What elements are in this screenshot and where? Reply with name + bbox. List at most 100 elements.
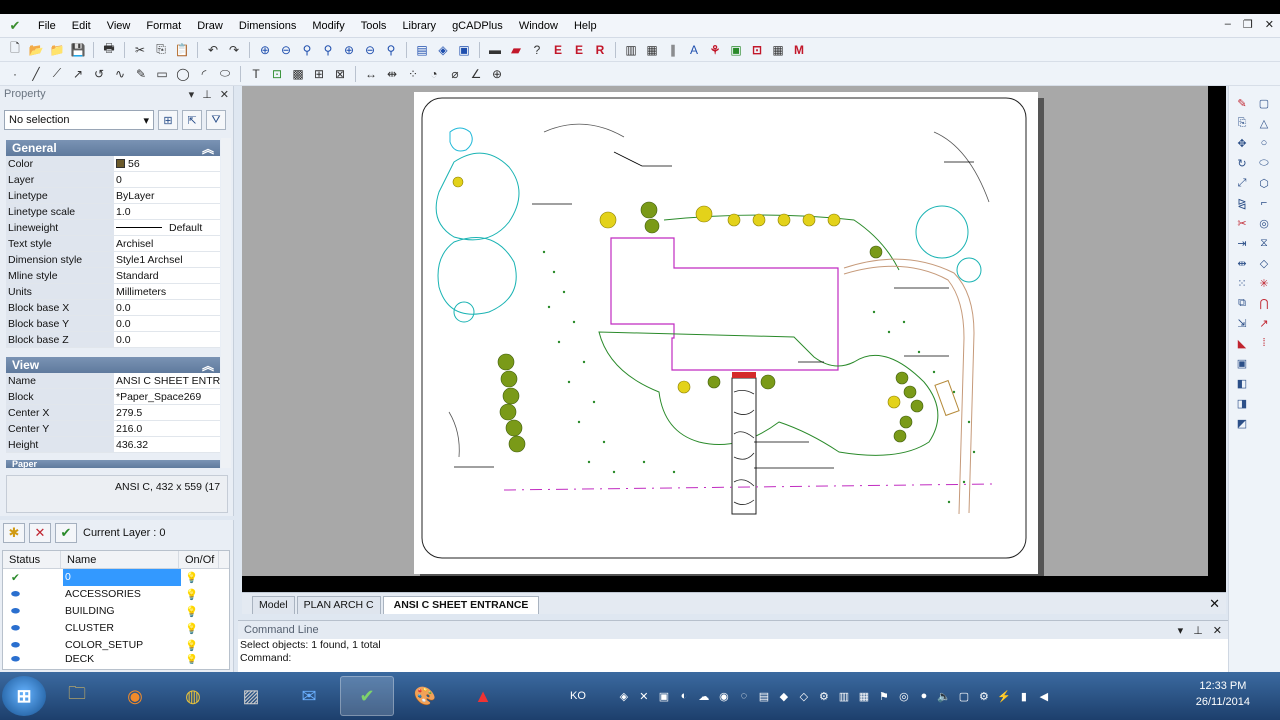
bring-front-icon[interactable]: ◧ [1233, 374, 1251, 392]
draw-order-icon[interactable]: ◩ [1233, 414, 1251, 432]
property-scrollbar[interactable] [221, 138, 231, 468]
ellipse-icon[interactable]: ⬭ [216, 65, 234, 83]
collapse-icon[interactable]: ︽ [202, 357, 214, 374]
rectangle-icon[interactable]: ▭ [153, 65, 171, 83]
panel-menu-icon[interactable]: ▾ [189, 88, 195, 101]
system-clock[interactable]: 12:33 PM 26/11/2014 [1196, 678, 1250, 710]
prop-row-center-y[interactable]: Center Y 216.0 [6, 421, 220, 437]
menu-gcadplus[interactable]: gCADPlus [444, 20, 511, 32]
general-section-header[interactable]: General ︽ [6, 140, 220, 156]
speaker-icon[interactable]: 🔈 [936, 688, 952, 704]
chamfer-icon[interactable]: ◣ [1233, 334, 1251, 352]
selection-dropdown[interactable]: No selection ▾ [4, 110, 154, 130]
prop-row-linetype[interactable]: Linetype ByLayer [6, 188, 220, 204]
array-icon[interactable]: ⁙ [1233, 274, 1251, 292]
layer-row[interactable]: ⬬ ACCESSORIES 💡 [3, 586, 229, 603]
region-icon[interactable]: ⊞ [310, 65, 328, 83]
menu-draw[interactable]: Draw [189, 20, 231, 32]
open-recent-icon[interactable]: 📁 [48, 41, 66, 59]
point-icon[interactable]: · [6, 65, 24, 83]
dim-radius-icon[interactable]: ◔ [425, 65, 443, 83]
prop-row-center-x[interactable]: Center X 279.5 [6, 405, 220, 421]
chrome-icon[interactable]: ◍ [166, 676, 220, 716]
dim-aligned-icon[interactable]: ⇹ [383, 65, 401, 83]
copy-icon[interactable]: ⎘ [152, 41, 170, 59]
zoom-out-icon[interactable]: ⊖ [277, 41, 295, 59]
delete-layer-icon[interactable]: ✕ [29, 523, 51, 543]
save-icon[interactable]: 💾 [69, 41, 87, 59]
mtext-icon[interactable]: ⊡ [268, 65, 286, 83]
command-prompt[interactable]: Command: [238, 652, 1228, 665]
quick-select-icon[interactable]: ⇱ [182, 110, 202, 130]
redo-icon[interactable]: ↷ [225, 41, 243, 59]
lengthen-icon[interactable]: ↗ [1255, 314, 1273, 332]
fillet-icon[interactable]: ⌐ [1255, 194, 1273, 212]
tray-app-icon[interactable]: ◎ [896, 688, 912, 704]
menu-edit[interactable]: Edit [64, 20, 99, 32]
photo-app-icon[interactable]: ▨ [224, 676, 278, 716]
bulb-icon[interactable]: 💡 [181, 639, 211, 652]
prop-row-block[interactable]: Block *Paper_Space269 [6, 389, 220, 405]
color-bars-icon[interactable]: ▥ [622, 41, 640, 59]
prop-row-block-base-x[interactable]: Block base X 0.0 [6, 300, 220, 316]
col-name[interactable]: Name [61, 551, 179, 568]
hatch-icon[interactable]: ▩ [289, 65, 307, 83]
firefox-icon[interactable]: ◉ [108, 676, 162, 716]
prop-row-block-base-z[interactable]: Block base Z 0.0 [6, 332, 220, 348]
restore-icon[interactable]: ❐ [1243, 18, 1253, 31]
tray-app-icon[interactable]: ▦ [856, 688, 872, 704]
network-icon[interactable]: ▮ [1016, 688, 1032, 704]
language-indicator[interactable]: KO [570, 690, 586, 702]
gcad-app-icon[interactable]: ✔ [340, 676, 394, 716]
zoom-previous-icon[interactable]: ⊖ [361, 41, 379, 59]
layer-row[interactable]: ✔ 0 💡 [3, 569, 229, 586]
drawing-canvas[interactable] [242, 86, 1226, 592]
trim-icon[interactable]: ✂ [1233, 214, 1251, 232]
panel-close-icon[interactable]: ✕ [220, 88, 229, 101]
dim-angle-icon[interactable]: ∠ [467, 65, 485, 83]
text-style-icon[interactable]: A [685, 41, 703, 59]
table-icon[interactable]: ▦ [643, 41, 661, 59]
menu-file[interactable]: File [30, 20, 64, 32]
entity-e-icon[interactable]: E [549, 41, 567, 59]
zoom-extents-icon[interactable]: ⊕ [340, 41, 358, 59]
tab-plan-arch-c[interactable]: PLAN ARCH C [296, 596, 381, 614]
symbol-icon[interactable]: ▣ [727, 41, 745, 59]
break-icon[interactable]: ⇹ [1233, 254, 1251, 272]
prop-row-name[interactable]: Name ANSI C SHEET ENTRA [6, 373, 220, 389]
layer-row[interactable]: ⬬ COLOR_SETUP 💡 [3, 637, 229, 654]
tray-app-icon[interactable]: ◐ [676, 688, 692, 704]
prop-row-dimension-style[interactable]: Dimension style Style1 Archsel [6, 252, 220, 268]
circle-icon[interactable]: ○ [1255, 134, 1273, 152]
print-icon[interactable]: 🖶 [100, 41, 118, 59]
tab-ansi-c-sheet-entrance[interactable]: ANSI C SHEET ENTRANCE [382, 596, 540, 614]
scale-icon[interactable]: ⤢ [1233, 174, 1251, 192]
open-folder-icon[interactable]: 📂 [27, 41, 45, 59]
bulb-icon[interactable]: 💡 [181, 654, 211, 664]
stretch-icon[interactable]: ⇲ [1233, 314, 1251, 332]
pan-icon[interactable]: ⚲ [382, 41, 400, 59]
divide-icon[interactable]: ⧖ [1255, 234, 1273, 252]
label-icon[interactable]: ⊡ [748, 41, 766, 59]
freehand-icon[interactable]: ✎ [132, 65, 150, 83]
menu-view[interactable]: View [99, 20, 139, 32]
close-icon[interactable]: ✕ [1265, 18, 1274, 31]
polyline-icon[interactable]: ⟋ [48, 65, 66, 83]
ellipse-icon[interactable]: ⬭ [1255, 154, 1273, 172]
prop-row-layer[interactable]: Layer 0 [6, 172, 220, 188]
bulb-icon[interactable]: 💡 [181, 571, 211, 584]
menu-modify[interactable]: Modify [304, 20, 352, 32]
tray-app-icon[interactable]: ⚡ [996, 688, 1012, 704]
flag-icon[interactable]: ⚑ [876, 688, 892, 704]
arc-3pt-icon[interactable]: ◜ [195, 65, 213, 83]
move-icon[interactable]: ✥ [1233, 134, 1251, 152]
triangle-icon[interactable]: △ [1255, 114, 1273, 132]
entity-r-icon[interactable]: R [591, 41, 609, 59]
prop-row-text-style[interactable]: Text style Archisel [6, 236, 220, 252]
select-objects-icon[interactable]: ⊞ [158, 110, 178, 130]
file-explorer-icon[interactable]: 🗀 [50, 676, 104, 716]
minimize-icon[interactable]: – [1225, 18, 1231, 31]
tray-app-icon[interactable]: ◉ [716, 688, 732, 704]
tray-app-icon[interactable]: ● [916, 688, 932, 704]
dim-ordinate-icon[interactable]: ⁘ [404, 65, 422, 83]
